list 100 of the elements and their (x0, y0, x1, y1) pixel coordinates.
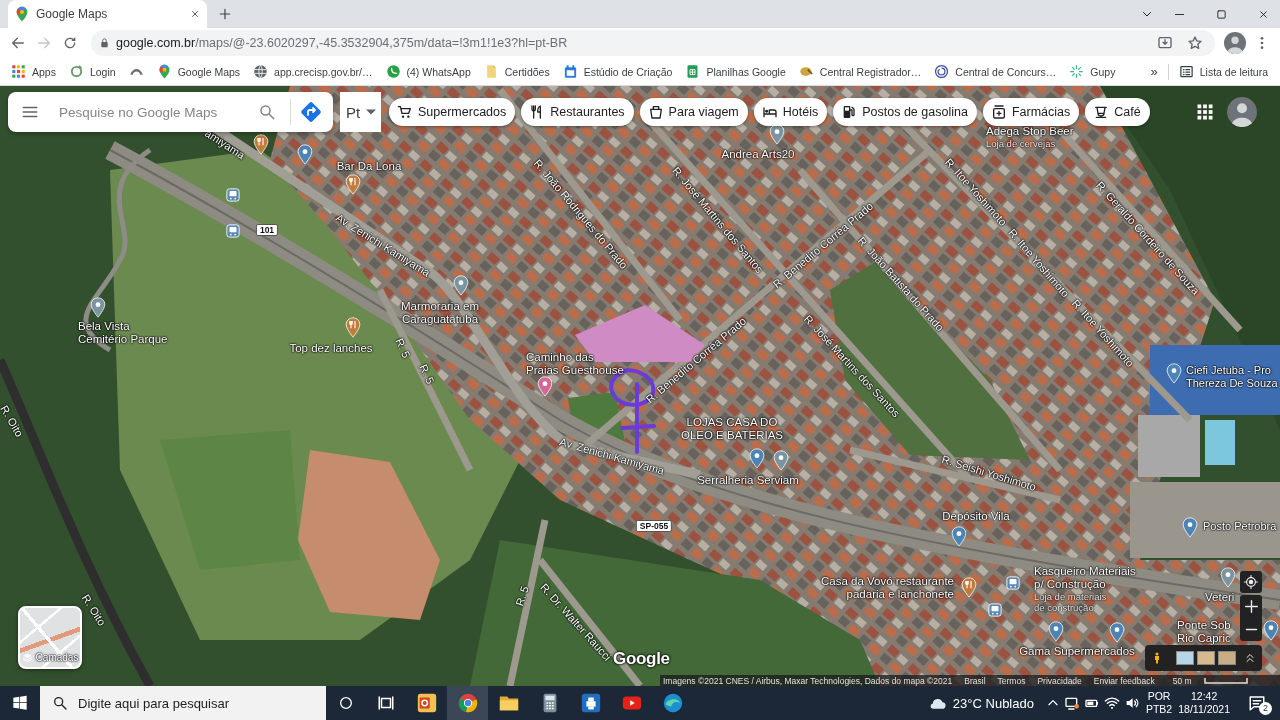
map-footer-link[interactable]: Termos (997, 675, 1026, 686)
new-tab-icon[interactable] (218, 7, 232, 21)
map-pin-icon[interactable] (297, 144, 313, 165)
back-icon[interactable] (10, 35, 26, 51)
place-label[interactable]: Casa da Vovó restaurante padaria e lanchonete (810, 575, 954, 601)
place-label[interactable]: Depósito Vila (934, 510, 1018, 523)
place-label[interactable]: Adega Stop Beer (986, 125, 1096, 138)
street-label: R. 5 (417, 362, 437, 386)
maximize-icon[interactable] (1216, 8, 1227, 20)
place-label[interactable]: Ponte Sob Rio Capric (1177, 619, 1239, 645)
search-icon[interactable] (258, 103, 276, 121)
imagery-thumbnail[interactable] (1218, 651, 1236, 665)
browser-tab[interactable]: Google Maps (8, 0, 207, 28)
bookmark-item[interactable]: app.crecisp.gov.br/… (253, 64, 373, 79)
map-pin-icon[interactable] (345, 174, 361, 195)
more-bookmarks-button[interactable]: » (1150, 64, 1158, 79)
category-chip[interactable]: Café (1085, 98, 1150, 126)
place-label[interactable]: LOJAS CASA DO OLEO E BATERIAS (680, 416, 784, 442)
document-app-icon (415, 692, 438, 714)
category-chip[interactable]: Hotéis (753, 98, 828, 126)
bookmark-item[interactable]: Central Registrador… (798, 64, 922, 79)
my-location-button[interactable] (1240, 571, 1262, 593)
category-chip[interactable]: Supermercados (389, 98, 516, 126)
bookmark-item[interactable]: Planilhas Google (685, 64, 786, 79)
place-label[interactable]: Caminho das Praias Guesthouse (526, 351, 626, 377)
place-label[interactable]: Kasqueiro Materiais p/ Construção (1034, 565, 1146, 591)
map-pin-icon[interactable] (1263, 620, 1279, 641)
map-pin-icon[interactable] (749, 448, 765, 469)
imagery-thumbnail[interactable] (1176, 651, 1194, 665)
map-pin-icon[interactable] (453, 275, 469, 296)
category-chip[interactable]: Restaurantes (521, 98, 634, 126)
place-label[interactable]: Gama Supermercados (1015, 645, 1139, 658)
close-icon[interactable] (1258, 8, 1269, 20)
map-pin-icon[interactable] (961, 577, 977, 598)
map-pin-icon[interactable] (253, 134, 269, 155)
place-label[interactable]: Marmoraria em Caraguatatuba (394, 300, 486, 326)
apps-grid-icon[interactable] (1196, 103, 1214, 121)
bookmark-item[interactable]: Apps (11, 64, 56, 79)
keyboard-language-button[interactable]: POR PTB2 (1143, 690, 1175, 716)
pharmacy-icon (990, 104, 1007, 120)
category-chip[interactable]: Postos de gasolina (833, 98, 977, 126)
map-footer-link[interactable]: Privacidade (1037, 675, 1082, 686)
wifi-icon[interactable] (1103, 695, 1120, 711)
weather-button[interactable]: 23°C Nublado (926, 693, 1034, 713)
category-chip[interactable]: Farmácias (982, 98, 1080, 126)
map-pin-icon[interactable] (537, 376, 553, 397)
address-bar[interactable]: google.com.br/maps/@-23.6020297,-45.3532904,375m/data=!3m1!1e3?hl=pt-BR (91, 30, 1215, 56)
map-pin-icon[interactable] (1109, 622, 1125, 643)
taskbar-search-field[interactable]: Digite aqui para pesquisar (40, 686, 326, 720)
star-icon[interactable] (1187, 35, 1203, 51)
place-label[interactable]: Top dez lanches (284, 342, 378, 355)
language-select[interactable]: Pt (340, 92, 381, 132)
map-pin-icon[interactable] (90, 297, 106, 318)
bookmark-item[interactable]: Central de Concurs… (934, 64, 1057, 79)
bus-stop-icon[interactable] (988, 603, 1002, 617)
bus-stop-icon[interactable] (226, 188, 240, 202)
bookmark-item[interactable]: Estúdio de Criação (562, 64, 673, 79)
map-pin-icon[interactable] (1166, 363, 1182, 384)
bookmark-item[interactable]: Gupy (1069, 64, 1116, 79)
layers-button[interactable]: Camadas (18, 606, 82, 669)
install-icon[interactable] (1157, 35, 1173, 51)
minus-icon (1244, 628, 1258, 631)
monitor-badge-icon[interactable] (1063, 695, 1080, 711)
place-label[interactable]: Ciefi Jetuba - Pro Thereza De Souza (1186, 364, 1280, 390)
notification-button[interactable]: 2 (1234, 686, 1280, 720)
place-label[interactable]: Bela Vista Cemitério Parque (78, 320, 174, 346)
zoom-in-button[interactable] (1240, 595, 1262, 618)
reading-list-button[interactable]: Lista de leitura (1178, 64, 1268, 79)
sparkle-icon (1069, 64, 1085, 79)
clock-button[interactable]: 12:42 18/11/2021 (1174, 690, 1234, 716)
double-chevron-up-icon[interactable] (1244, 652, 1256, 664)
avatar-icon[interactable] (1224, 32, 1246, 54)
reload-icon[interactable] (62, 35, 78, 51)
imagery-thumbnail[interactable] (1197, 651, 1215, 665)
place-label[interactable]: Serralheria Serviam (692, 474, 804, 487)
map-pin-icon[interactable] (773, 450, 789, 471)
search-field[interactable]: Pesquise no Google Maps (59, 104, 250, 120)
map-pin-icon (14, 6, 30, 22)
bookmark-item[interactable]: (4) WhatsApp (385, 64, 471, 79)
cup-icon (1093, 104, 1110, 120)
map-pin-icon[interactable] (769, 124, 785, 145)
map-footer-link[interactable]: Enviar feedback (1093, 675, 1155, 686)
category-chip[interactable]: Para viagem (639, 98, 748, 126)
bus-stop-icon[interactable] (1006, 576, 1020, 590)
map-pin-icon[interactable] (1220, 567, 1236, 588)
bus-stop-icon[interactable] (226, 224, 240, 238)
place-label[interactable]: Andrea Arts20 (716, 148, 800, 161)
avatar-icon[interactable] (1227, 97, 1257, 127)
apps-grid-icon (11, 64, 26, 79)
map-pin-icon[interactable] (1048, 621, 1064, 642)
map-footer-link[interactable]: Brasil (964, 675, 986, 686)
zoom-out-button[interactable] (1240, 618, 1262, 641)
bookmark-item[interactable]: Google Maps (156, 64, 241, 79)
spiral-icon (934, 64, 950, 79)
map-pin-icon[interactable] (951, 526, 967, 547)
place-label[interactable]: Bar Da Lona (333, 160, 405, 173)
bookmark-item[interactable]: Login (68, 64, 116, 79)
close-icon[interactable] (190, 9, 200, 19)
bookmark-item[interactable]: Certidões (483, 64, 550, 79)
chat-circle-icon (385, 64, 401, 79)
